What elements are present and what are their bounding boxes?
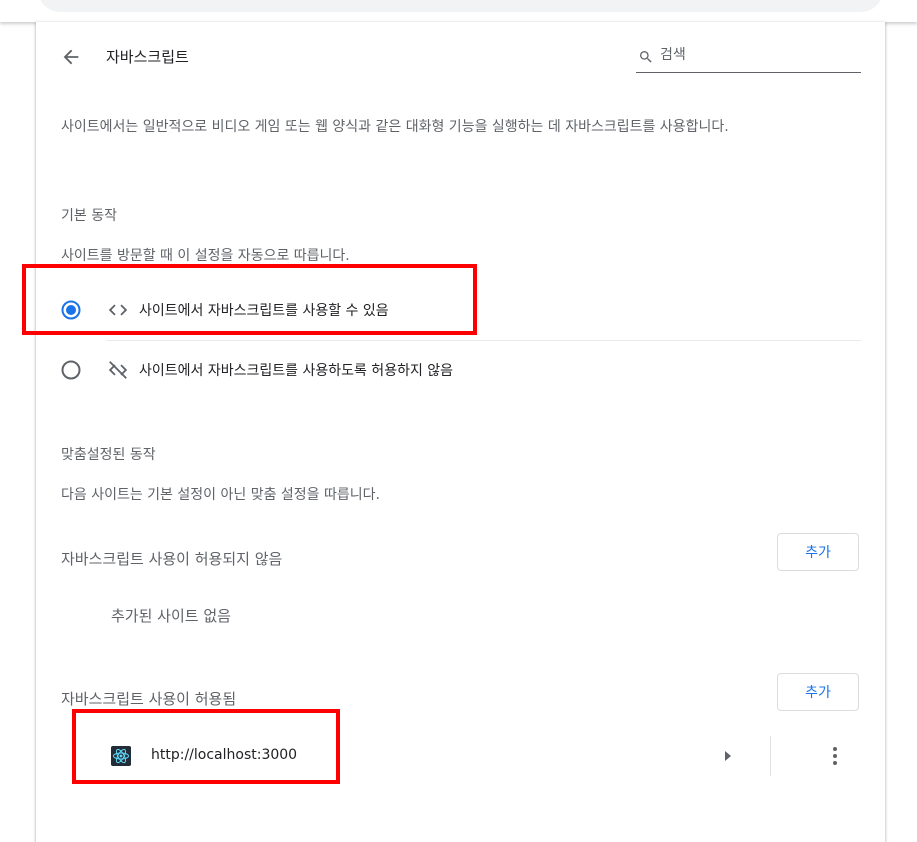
- option-block-javascript[interactable]: 사이트에서 자바스크립트를 사용하도록 허용하지 않음: [60, 351, 861, 389]
- blocked-empty-text: 추가된 사이트 없음: [111, 607, 231, 625]
- more-vert-icon[interactable]: [823, 744, 847, 768]
- custom-behavior-heading: 맞춤설정된 동작: [61, 447, 156, 463]
- radio-unselected[interactable]: [61, 360, 81, 380]
- search-input[interactable]: [660, 44, 855, 66]
- back-arrow-icon[interactable]: [60, 46, 82, 68]
- code-off-icon: [108, 361, 128, 379]
- page-title: 자바스크립트: [106, 48, 189, 66]
- page-description: 사이트에서는 일반적으로 비디오 게임 또는 웹 양식과 같은 대화형 기능을 …: [61, 119, 729, 135]
- search-icon: [640, 51, 652, 63]
- row-separator: [770, 736, 771, 776]
- blocked-list-title: 자바스크립트 사용이 허용되지 않음: [61, 550, 283, 568]
- settings-search-box[interactable]: [38, 0, 883, 12]
- arrow-right-icon[interactable]: [721, 747, 735, 765]
- top-bar: [0, 0, 917, 22]
- allowed-list-title: 자바스크립트 사용이 허용됨: [61, 690, 237, 708]
- site-search[interactable]: [636, 42, 861, 73]
- default-behavior-heading: 기본 동작: [61, 208, 117, 224]
- annotation-highlight-box: [22, 264, 477, 335]
- custom-behavior-subheading: 다음 사이트는 기본 설정이 아닌 맞춤 설정을 따릅니다.: [61, 487, 380, 503]
- add-blocked-site-button[interactable]: 추가: [777, 533, 859, 571]
- default-behavior-subheading: 사이트를 방문할 때 이 설정을 자동으로 따릅니다.: [61, 248, 350, 264]
- annotation-highlight-box: [72, 709, 340, 784]
- option-block-label: 사이트에서 자바스크립트를 사용하도록 허용하지 않음: [139, 363, 454, 379]
- option-divider: [106, 340, 861, 341]
- add-allowed-site-button[interactable]: 추가: [777, 673, 859, 711]
